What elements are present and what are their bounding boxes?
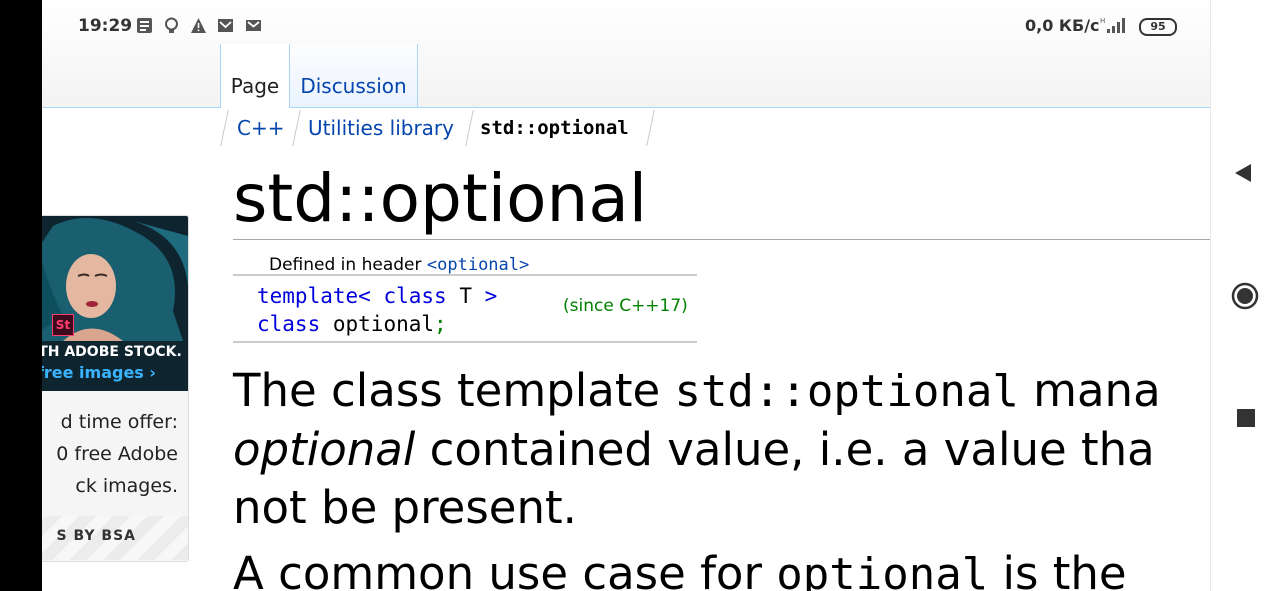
navigation-bar (1210, 0, 1280, 591)
text-run: contained value, i.e. a value tha (415, 423, 1155, 476)
breadcrumb-link-utilities[interactable]: Utilities library (308, 108, 454, 146)
code-punct: > (484, 284, 498, 308)
code-identifier: T (459, 284, 472, 308)
ad-text: d time offer: 0 free Adobe ck images. (42, 406, 178, 502)
text-run: mana (1018, 364, 1161, 417)
text-run: The class template (233, 364, 675, 417)
header-link[interactable]: <optional> (427, 255, 529, 275)
tab-page[interactable]: Page (220, 44, 290, 108)
code-identifier: optional (332, 312, 435, 336)
ad-footer-label: S BY BSA (56, 528, 136, 544)
inline-code: optional (776, 549, 989, 591)
warning-icon (191, 18, 206, 33)
network-speed: 0,0 КБ/с (1025, 16, 1100, 35)
declaration-code: template< class T > class optional; (257, 282, 497, 338)
breadcrumb-separator (465, 110, 474, 146)
page-title: std::optional (233, 160, 648, 237)
left-screen-edge (0, 0, 42, 591)
declaration-divider (233, 274, 697, 276)
notes-icon (137, 18, 152, 33)
breadcrumb-separator (220, 110, 229, 146)
title-divider (233, 239, 1210, 240)
code-punct: ; (434, 312, 447, 336)
home-icon[interactable] (1231, 282, 1259, 310)
status-bar: 19:29 0,0 КБ/с H 95 (42, 0, 1210, 52)
ad-tagline: ITH ADOBE STOCK. (42, 344, 182, 360)
network-type: H (1100, 17, 1105, 25)
ad-text-line: ck images. (75, 475, 178, 497)
ad-image[interactable]: St ITH ADOBE STOCK. free images › (42, 216, 188, 391)
paragraph-line: A common use case for optional is the (233, 545, 1210, 591)
breadcrumb-separator (646, 110, 655, 146)
recents-icon[interactable] (1236, 408, 1256, 428)
ad-banner[interactable]: St ITH ADOBE STOCK. free images › d time… (42, 215, 189, 562)
breadcrumb-current: std::optional (480, 117, 629, 139)
ad-text-line: d time offer: (60, 411, 178, 433)
bulb-icon (165, 17, 178, 33)
article-body: The class template std::optional mana op… (233, 362, 1210, 591)
mail-icon (218, 19, 233, 32)
code-keyword: template< (257, 284, 371, 308)
emphasis-text: optional (233, 423, 416, 476)
declaration-divider (233, 341, 697, 343)
since-version: (since C++17) (563, 296, 688, 316)
text-run: not be present. (233, 481, 577, 534)
breadcrumb-link-cpp[interactable]: C++ (237, 108, 284, 146)
defined-in-label: Defined in header (269, 255, 422, 275)
back-icon[interactable] (1233, 162, 1255, 184)
code-keyword: class (383, 284, 447, 308)
paragraph-line: The class template std::optional mana (233, 362, 1210, 421)
inline-code: std::optional (674, 366, 1019, 417)
adobe-stock-logo: St (52, 314, 74, 336)
paragraph-line: optional contained value, i.e. a value t… (233, 421, 1210, 479)
text-run: A common use case for (233, 547, 777, 591)
battery-icon: 95 (1139, 18, 1177, 36)
ad-free-images-link[interactable]: free images › (42, 363, 156, 382)
breadcrumb-separator (292, 110, 301, 146)
code-keyword: class (257, 312, 321, 336)
text-run: is the (988, 547, 1127, 591)
mail-icon (246, 20, 261, 31)
signal-icon: H (1100, 17, 1125, 33)
defined-in-header: Defined in header <optional> (269, 255, 529, 275)
ad-footer[interactable]: S BY BSA (42, 516, 188, 560)
ad-text-line: 0 free Adobe (56, 443, 178, 465)
paragraph-line: not be present. (233, 479, 1210, 537)
browser-viewport: 19:29 0,0 КБ/с H 95 Page Discussion C++ … (42, 0, 1210, 591)
tab-discussion[interactable]: Discussion (290, 44, 418, 107)
status-time: 19:29 (78, 16, 133, 36)
